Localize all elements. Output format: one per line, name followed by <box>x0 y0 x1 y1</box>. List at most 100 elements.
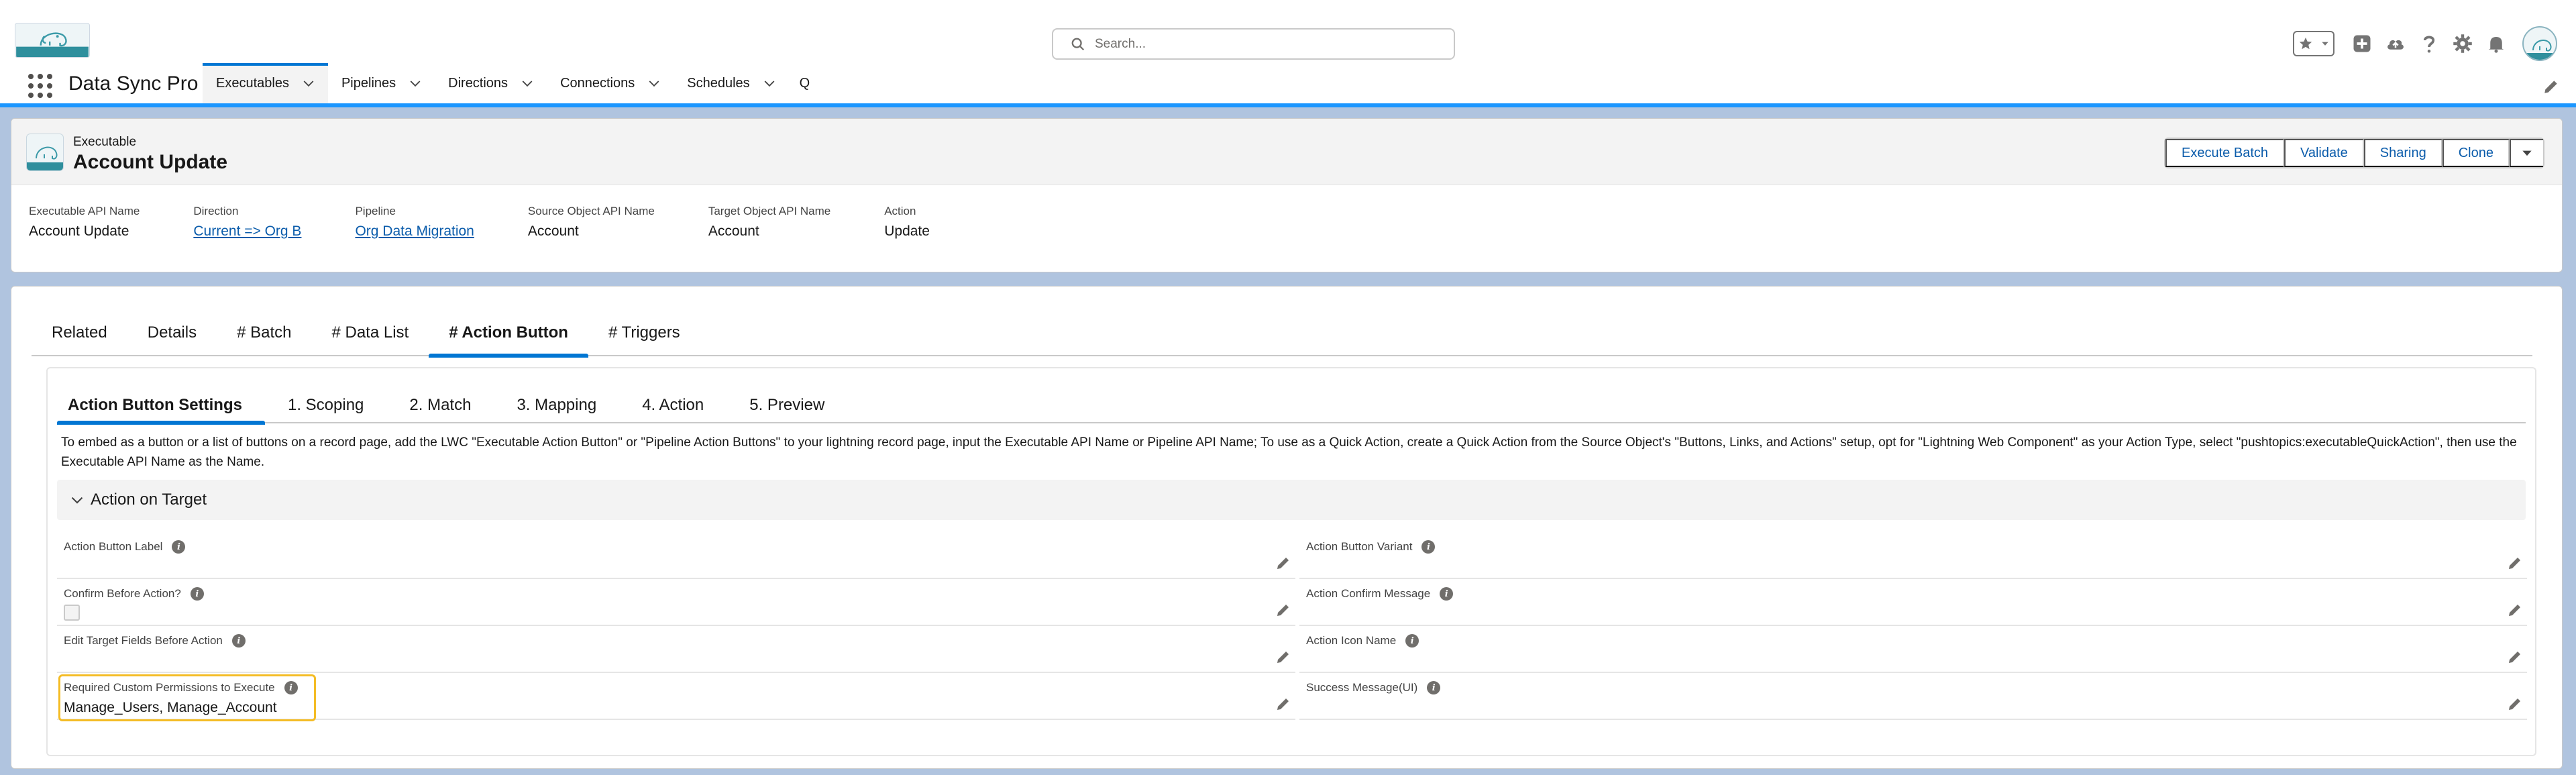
company-logo[interactable] <box>15 23 90 58</box>
field-label: Action Button Variant <box>1306 540 1413 553</box>
tab-action-button[interactable]: # Action Button <box>429 309 588 358</box>
edit-pencil-icon[interactable] <box>1275 602 1291 618</box>
info-icon[interactable]: i <box>1427 681 1441 694</box>
field-required-custom-permissions: Required Custom Permissions to Execute i … <box>57 673 1295 721</box>
highlight-value: Account Update <box>29 223 129 239</box>
record-tabs-card: Related Details # Batch # Data List # Ac… <box>11 286 2563 769</box>
highlight-value: Update <box>884 223 930 239</box>
favorites-button[interactable] <box>2293 31 2334 56</box>
nav-item-label: Executables <box>216 75 289 91</box>
avatar-elephant-icon <box>2524 40 2556 60</box>
field-label: Confirm Before Action? <box>64 587 181 600</box>
info-icon[interactable]: i <box>1440 587 1454 601</box>
global-header <box>0 0 2576 63</box>
user-avatar[interactable] <box>2522 26 2557 61</box>
record-type-icon <box>26 134 64 171</box>
chevron-down-icon[interactable] <box>521 77 533 89</box>
edit-nav-pencil-icon[interactable] <box>2542 78 2560 95</box>
nav-item-q[interactable]: Q <box>789 63 821 103</box>
highlight-value: Account <box>708 223 759 239</box>
chevron-down-icon[interactable] <box>648 77 660 89</box>
tab-match[interactable]: 2. Match <box>386 387 494 423</box>
highlight-pipeline: Pipeline Org Data Migration <box>355 205 474 240</box>
field-label: Action Confirm Message <box>1306 587 1431 600</box>
notifications-button[interactable] <box>2479 27 2513 60</box>
direction-link[interactable]: Current => Org B <box>193 223 301 240</box>
clone-button[interactable]: Clone <box>2442 139 2510 167</box>
nav-item-executables[interactable]: Executables <box>203 63 328 103</box>
section-header-action-on-target[interactable]: Action on Target <box>57 480 2526 520</box>
nav-item-connections[interactable]: Connections <box>547 63 674 103</box>
nav-item-label: Directions <box>448 75 508 91</box>
chevron-down-icon[interactable] <box>763 77 775 89</box>
sharing-button[interactable]: Sharing <box>2363 139 2443 167</box>
highlights-panel: Executable API Name Account Update Direc… <box>29 205 983 240</box>
info-icon[interactable]: i <box>1421 540 1436 554</box>
add-icon <box>2353 35 2371 52</box>
info-icon[interactable]: i <box>190 587 204 601</box>
highlight-label: Direction <box>193 205 239 217</box>
tab-scoping[interactable]: 1. Scoping <box>265 387 386 423</box>
global-actions-button[interactable] <box>2345 27 2379 60</box>
record-type-label: Executable <box>73 135 137 149</box>
highlight-direction: Direction Current => Org B <box>193 205 301 240</box>
edit-pencil-icon[interactable] <box>2507 696 2523 712</box>
field-label: Edit Target Fields Before Action <box>64 634 223 647</box>
info-icon[interactable]: i <box>284 681 298 694</box>
edit-pencil-icon[interactable] <box>2507 649 2523 665</box>
edit-pencil-icon[interactable] <box>2507 602 2523 618</box>
cloud-icon <box>2387 40 2404 50</box>
pipeline-link[interactable]: Org Data Migration <box>355 223 474 240</box>
search-input[interactable] <box>1095 36 1444 52</box>
app-name: Data Sync Pro <box>68 72 199 95</box>
tab-data-list[interactable]: # Data List <box>311 309 429 356</box>
field-confirm-before-action: Confirm Before Action? i <box>57 579 1295 626</box>
field-edit-target-fields: Edit Target Fields Before Action i <box>57 626 1295 673</box>
info-icon[interactable]: i <box>231 634 246 648</box>
field-action-button-label: Action Button Label i <box>57 532 1295 579</box>
tab-batch[interactable]: # Batch <box>217 309 311 356</box>
field-action-button-variant: Action Button Variant i <box>1299 532 2527 579</box>
tab-details[interactable]: Details <box>127 309 217 356</box>
help-icon <box>2423 36 2435 53</box>
app-navigation-bar: Data Sync Pro Executables Pipelines Dire… <box>0 63 2576 107</box>
chevron-down-icon[interactable] <box>303 77 315 89</box>
edit-pencil-icon[interactable] <box>1275 555 1291 571</box>
tab-related[interactable]: Related <box>32 309 127 356</box>
nav-item-pipelines[interactable]: Pipelines <box>328 63 435 103</box>
highlight-label: Pipeline <box>355 205 396 217</box>
confirm-before-action-checkbox[interactable] <box>64 605 80 621</box>
more-actions-button[interactable] <box>2510 139 2543 167</box>
tab-action-button-settings[interactable]: Action Button Settings <box>57 387 265 425</box>
info-icon[interactable]: i <box>172 540 186 554</box>
setup-button[interactable] <box>2446 27 2479 60</box>
tab-mapping[interactable]: 3. Mapping <box>494 387 619 423</box>
execute-batch-button[interactable]: Execute Batch <box>2165 139 2284 167</box>
chevron-down-icon[interactable] <box>409 77 421 89</box>
edit-pencil-icon[interactable] <box>1275 649 1291 665</box>
highlight-value: Account <box>527 223 579 239</box>
nav-item-label: Pipelines <box>341 75 396 91</box>
info-icon[interactable]: i <box>1405 634 1419 648</box>
chevron-down-icon <box>71 497 83 504</box>
trailhead-button[interactable] <box>2379 27 2412 60</box>
field-label: Required Custom Permissions to Execute <box>64 681 275 694</box>
nav-item-schedules[interactable]: Schedules <box>674 63 788 103</box>
tab-action[interactable]: 4. Action <box>619 387 727 423</box>
field-label: Action Icon Name <box>1306 634 1397 647</box>
notification-bell-icon <box>2488 37 2504 53</box>
record-title: Account Update <box>73 151 228 173</box>
chevron-down-icon <box>2522 150 2532 156</box>
edit-pencil-icon[interactable] <box>2507 555 2523 571</box>
app-launcher-icon[interactable] <box>28 74 52 98</box>
field-value: Manage_Users, Manage_Account <box>64 700 277 715</box>
tab-preview[interactable]: 5. Preview <box>727 387 847 423</box>
action-button-tabset: Action Button Settings 1. Scoping 2. Mat… <box>57 387 2526 425</box>
nav-item-label: Connections <box>560 75 635 91</box>
validate-button[interactable]: Validate <box>2284 139 2364 167</box>
nav-item-directions[interactable]: Directions <box>435 63 547 103</box>
global-search[interactable] <box>1052 28 1455 60</box>
edit-pencil-icon[interactable] <box>1275 696 1291 712</box>
tab-triggers[interactable]: # Triggers <box>588 309 700 356</box>
help-button[interactable] <box>2412 27 2446 60</box>
